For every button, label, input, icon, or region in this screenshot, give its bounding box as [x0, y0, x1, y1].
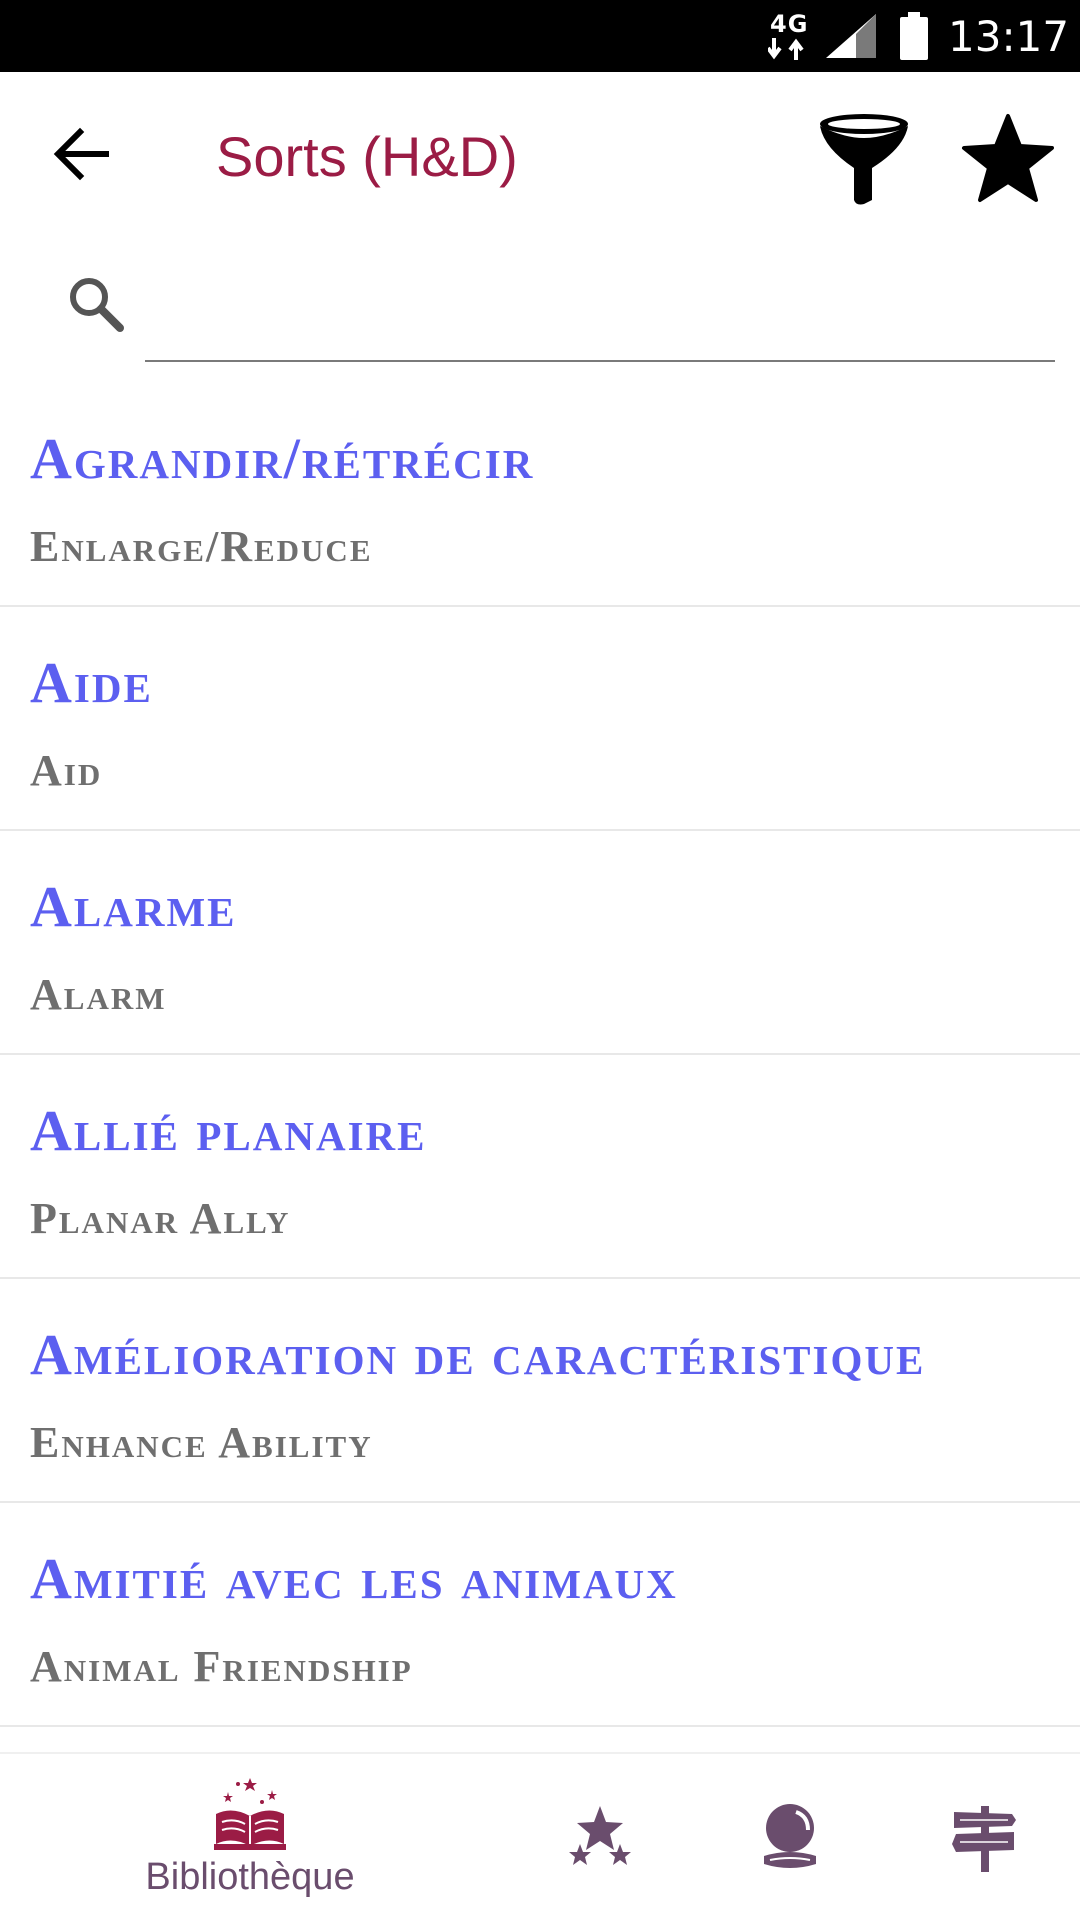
- nav-crystal-ball[interactable]: [752, 1754, 832, 1922]
- star-icon: [962, 114, 1054, 202]
- spell-list: Agrandir/rétrécir Enlarge/Reduce Aide Ai…: [0, 383, 1080, 1727]
- back-arrow-icon: [53, 127, 109, 181]
- app-bar: Sorts (H&D): [0, 72, 1080, 242]
- status-bar: 4G 13:17: [0, 0, 1080, 72]
- funnel-icon: [820, 114, 908, 205]
- search-input[interactable]: [145, 270, 1055, 362]
- spell-name-fr: Aide: [30, 650, 153, 715]
- book-icon: [214, 1778, 286, 1850]
- nav-signpost[interactable]: [946, 1754, 1026, 1922]
- list-item[interactable]: Amélioration de caractéristique Enhance …: [0, 1279, 1080, 1503]
- spell-name-en: Enhance Ability: [30, 1418, 373, 1467]
- signpost-icon: [952, 1806, 1016, 1872]
- data-arrows-icon: [768, 38, 804, 60]
- back-button[interactable]: [50, 122, 114, 186]
- spell-name-fr: Agrandir/rétrécir: [30, 426, 535, 491]
- clock: 13:17: [948, 12, 1070, 61]
- crystal-ball-icon: [764, 1804, 816, 1868]
- battery-icon: [900, 12, 928, 60]
- spell-name-fr: Amélioration de caractéristique: [30, 1322, 926, 1387]
- spell-name-en: Animal Friendship: [30, 1642, 413, 1691]
- page-title: Sorts (H&D): [216, 125, 518, 188]
- nav-library[interactable]: Bibliothèque: [120, 1754, 380, 1922]
- spell-name-en: Planar Ally: [30, 1194, 291, 1243]
- stars-icon: [569, 1806, 631, 1865]
- network-indicator: 4G: [768, 10, 812, 62]
- filter-button[interactable]: [814, 108, 914, 208]
- network-label: 4G: [770, 10, 809, 38]
- bottom-navigation: Bibliothèque: [0, 1752, 1080, 1922]
- spell-name-en: Enlarge/Reduce: [30, 522, 373, 571]
- spell-name-fr: Alarme: [30, 874, 237, 939]
- list-item[interactable]: Agrandir/rétrécir Enlarge/Reduce: [0, 383, 1080, 607]
- spell-name-fr: Allié planaire: [30, 1098, 427, 1163]
- signal-icon: [826, 14, 876, 58]
- search-icon: [70, 278, 124, 332]
- spell-name-fr: Amitié avec les animaux: [30, 1546, 678, 1611]
- list-item[interactable]: Allié planaire Planar Ally: [0, 1055, 1080, 1279]
- spell-name-en: Aid: [30, 746, 103, 795]
- spell-name-en: Alarm: [30, 970, 167, 1019]
- list-item[interactable]: Alarme Alarm: [0, 831, 1080, 1055]
- nav-library-label: Bibliothèque: [145, 1856, 355, 1898]
- list-item[interactable]: Aide Aid: [0, 607, 1080, 831]
- list-item[interactable]: Amitié avec les animaux Animal Friendshi…: [0, 1503, 1080, 1727]
- nav-favorites[interactable]: [560, 1754, 640, 1922]
- favorites-button[interactable]: [960, 110, 1056, 206]
